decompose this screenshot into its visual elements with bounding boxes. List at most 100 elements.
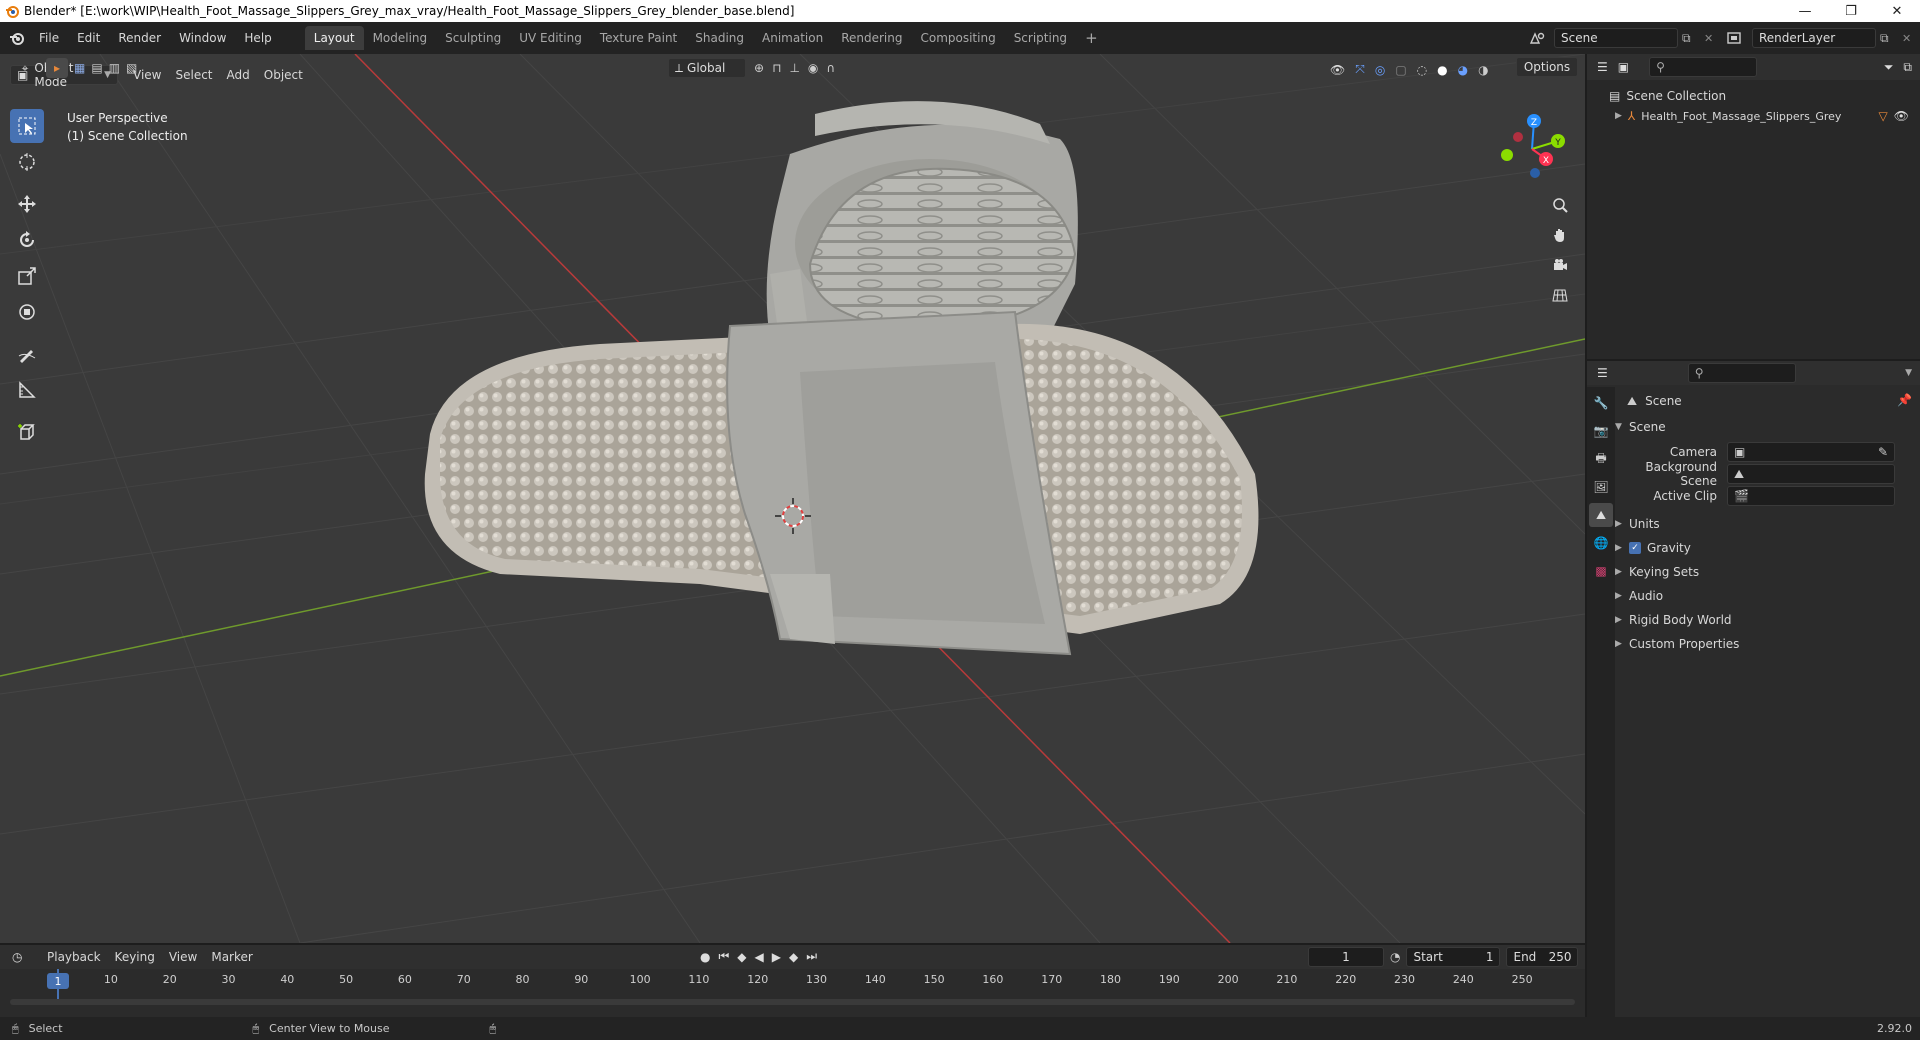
menu-window[interactable]: Window xyxy=(170,31,235,45)
options-dropdown[interactable]: Options xyxy=(1516,57,1578,77)
expand-arrow-icon[interactable]: ▶ xyxy=(1615,111,1622,121)
transform-orientation-select[interactable]: ⟂ Global xyxy=(668,58,746,78)
jump-start-icon[interactable]: ⏮ xyxy=(718,949,729,964)
gravity-checkbox[interactable]: ✓ xyxy=(1629,542,1641,554)
outliner-editor-type-icon[interactable]: ☰ xyxy=(1597,60,1608,74)
blender-menu-icon[interactable] xyxy=(4,30,30,46)
wireframe-shading-icon[interactable]: ◌ xyxy=(1417,63,1427,77)
perspective-toggle-icon[interactable] xyxy=(1547,282,1573,308)
scene-panel-header[interactable]: ▼ Scene xyxy=(1615,416,1915,438)
delete-renderlayer-icon[interactable]: ✕ xyxy=(1902,32,1916,45)
tab-rendering[interactable]: Rendering xyxy=(832,26,911,50)
add-cube-tool-icon[interactable] xyxy=(10,415,44,449)
new-renderlayer-icon[interactable]: ⧉ xyxy=(1880,31,1898,46)
keying-sets-panel-header[interactable]: ▶ Keying Sets xyxy=(1615,561,1915,583)
viewport-add-menu[interactable]: Add xyxy=(220,66,257,84)
move-tool-icon[interactable] xyxy=(10,187,44,221)
snap-target-icon[interactable]: ⊥ xyxy=(789,61,799,75)
current-frame-field[interactable]: 1 xyxy=(1308,947,1384,967)
active-tool-icon[interactable]: ▸ xyxy=(46,58,68,78)
minimize-button[interactable]: — xyxy=(1782,0,1828,22)
menu-file[interactable]: File xyxy=(30,31,68,45)
tab-shading[interactable]: Shading xyxy=(686,26,753,50)
world-tab-icon[interactable]: 🌐 xyxy=(1589,531,1613,555)
selection-mode-set-icon[interactable]: ▦ xyxy=(74,61,85,75)
clock-icon[interactable]: ◔ xyxy=(1390,950,1400,964)
eyedropper-icon[interactable]: ✎ xyxy=(1878,445,1888,459)
rigid-body-world-panel-header[interactable]: ▶ Rigid Body World xyxy=(1615,609,1915,631)
jump-end-icon[interactable]: ⏭ xyxy=(806,949,817,964)
scene-tab-icon[interactable]: ⛰ xyxy=(1589,503,1613,527)
rotate-tool-icon[interactable] xyxy=(10,223,44,257)
tab-modeling[interactable]: Modeling xyxy=(364,26,437,50)
tab-texture-paint[interactable]: Texture Paint xyxy=(591,26,686,50)
proportional-edit-icon[interactable]: ◉ xyxy=(808,61,818,75)
navigation-gizmo[interactable]: Z Y X xyxy=(1490,109,1570,189)
tab-uv-editing[interactable]: UV Editing xyxy=(510,26,591,50)
start-frame-field[interactable]: Start 1 xyxy=(1406,947,1501,967)
new-scene-icon[interactable]: ⧉ xyxy=(1682,31,1700,46)
modifier-icon[interactable]: ▽ xyxy=(1879,109,1888,123)
3d-viewport[interactable]: ▣ Object Mode ▼ View Select Add Object 👁… xyxy=(0,54,1585,943)
chevron-down-icon[interactable]: ▼ xyxy=(1905,368,1912,378)
tool-tab-icon[interactable]: 🔧 xyxy=(1589,391,1613,415)
scene-selector[interactable]: Scene xyxy=(1554,28,1678,48)
menu-render[interactable]: Render xyxy=(109,31,170,45)
selection-mode-invert-icon[interactable]: ▧ xyxy=(126,61,137,75)
filter-icon[interactable]: ⏷ xyxy=(1884,60,1894,75)
close-button[interactable]: ✕ xyxy=(1874,0,1920,22)
units-panel-header[interactable]: ▶ Units xyxy=(1615,513,1915,535)
custom-properties-panel-header[interactable]: ▶ Custom Properties xyxy=(1615,633,1915,655)
overlays-icon[interactable]: ◎ xyxy=(1375,63,1385,77)
render-tab-icon[interactable]: 📷 xyxy=(1589,419,1613,443)
viewport-object-menu[interactable]: Object xyxy=(257,66,310,84)
properties-editor-type-icon[interactable]: ☰ xyxy=(1597,366,1608,380)
pan-hand-icon[interactable] xyxy=(1547,222,1573,248)
camera-view-icon[interactable] xyxy=(1547,252,1573,278)
renderlayer-selector[interactable]: RenderLayer xyxy=(1752,28,1876,48)
snap-icon[interactable]: ⊓ xyxy=(772,61,781,75)
frame-ruler[interactable]: 1 10 20 30 40 50 60 70 80 90 100 110 120 130 140 150 16… xyxy=(0,969,1585,1017)
gravity-panel-header[interactable]: ▶ ✓ Gravity xyxy=(1615,537,1915,559)
display-mode-icon[interactable]: ▣ xyxy=(1618,60,1629,74)
keying-menu[interactable]: Keying xyxy=(108,948,162,966)
new-collection-icon[interactable]: ⧉ xyxy=(1903,60,1912,75)
background-scene-field[interactable]: ⛰ xyxy=(1727,464,1895,484)
visibility-icon[interactable]: 👁 xyxy=(1330,63,1345,77)
material-shading-icon[interactable]: ◕ xyxy=(1458,63,1468,77)
active-clip-field[interactable]: 🎬 xyxy=(1727,486,1895,506)
menu-edit[interactable]: Edit xyxy=(68,31,109,45)
solid-shading-icon[interactable]: ● xyxy=(1437,63,1447,77)
xray-icon[interactable]: ▢ xyxy=(1395,63,1406,77)
pin-icon[interactable]: 📌 xyxy=(1897,393,1912,407)
output-tab-icon[interactable]: 🖶 xyxy=(1589,447,1613,471)
play-reverse-icon[interactable]: ◀ xyxy=(755,950,764,964)
outliner-item[interactable]: ▶ ⅄ Health_Foot_Massage_Slippers_Grey ▽ … xyxy=(1615,106,1915,126)
restore-button[interactable]: ❐ xyxy=(1828,0,1874,22)
timeline-view-menu[interactable]: View xyxy=(162,948,204,966)
selection-mode-extend-icon[interactable]: ▤ xyxy=(91,61,102,75)
outliner-root-row[interactable]: ▤ Scene Collection xyxy=(1609,86,1726,106)
cursor-tool-icon[interactable] xyxy=(10,145,44,179)
gizmo-toggle-icon[interactable]: ⤧ xyxy=(1355,62,1365,77)
falloff-icon[interactable]: ∩ xyxy=(826,61,835,75)
playback-menu[interactable]: Playback xyxy=(40,948,108,966)
zoom-icon[interactable] xyxy=(1547,192,1573,218)
scale-tool-icon[interactable] xyxy=(10,259,44,293)
selection-mode-subtract-icon[interactable]: ▥ xyxy=(109,61,120,75)
outliner-search-input[interactable]: ⚲ xyxy=(1649,57,1758,77)
eye-visibility-icon[interactable]: 👁 xyxy=(1894,109,1909,123)
prev-keyframe-icon[interactable]: ◆ xyxy=(737,950,746,964)
transform-tool-icon[interactable] xyxy=(10,295,44,329)
rendered-shading-icon[interactable]: ◑ xyxy=(1478,63,1488,77)
play-icon[interactable]: ▶ xyxy=(772,950,781,964)
renderlayer-icon[interactable] xyxy=(1722,28,1748,48)
viewport-select-menu[interactable]: Select xyxy=(168,66,219,84)
tab-animation[interactable]: Animation xyxy=(753,26,832,50)
tab-sculpting[interactable]: Sculpting xyxy=(436,26,510,50)
audio-panel-header[interactable]: ▶ Audio xyxy=(1615,585,1915,607)
select-box-tool-icon[interactable] xyxy=(10,109,44,143)
tab-scripting[interactable]: Scripting xyxy=(1005,26,1076,50)
tab-compositing[interactable]: Compositing xyxy=(911,26,1004,50)
annotate-tool-icon[interactable] xyxy=(10,337,44,371)
